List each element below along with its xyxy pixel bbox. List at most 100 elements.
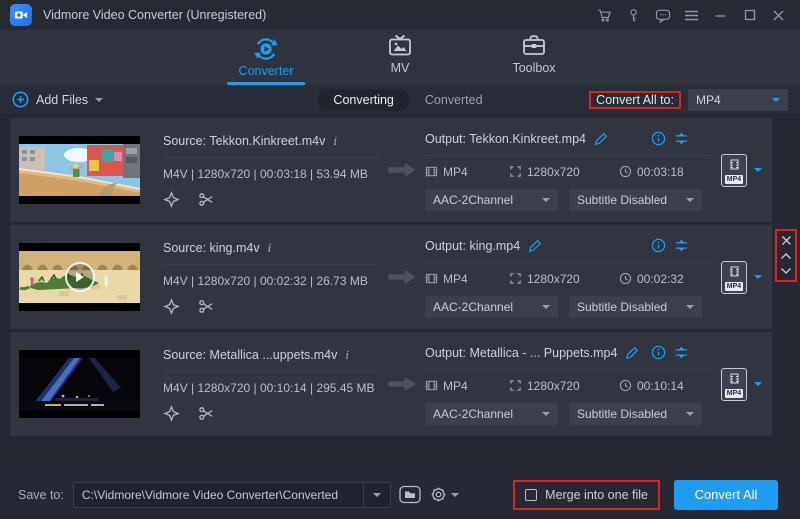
- video-thumbnail-2[interactable]: [19, 243, 140, 311]
- source-media-info: M4V | 1280x720 | 00:02:32 | 26.73 MB: [163, 272, 379, 290]
- converted-tab[interactable]: Converted: [425, 93, 483, 107]
- video-row-3: Source: Metallica ...uppets.m4v i M4V | …: [10, 332, 800, 436]
- play-icon[interactable]: [65, 262, 95, 292]
- source-info-icon[interactable]: i: [333, 133, 337, 149]
- format-icon: [425, 379, 438, 392]
- resolution-icon: [509, 379, 522, 392]
- resolution-icon: [509, 272, 522, 285]
- window-title: Vidmore Video Converter (Unregistered): [43, 8, 266, 22]
- format-badge[interactable]: MP4: [721, 154, 747, 187]
- convert-arrow-icon: [379, 374, 425, 394]
- format-badge-caret-icon[interactable]: [754, 382, 762, 390]
- audio-track-select[interactable]: AAC-2Channel: [425, 296, 558, 318]
- video-thumbnail-1[interactable]: [19, 136, 140, 204]
- video-thumbnail-3[interactable]: [19, 350, 140, 418]
- footer-bar: Save to: C:\Vidmore\Vidmore Video Conver…: [0, 470, 800, 519]
- source-media-info: M4V | 1280x720 | 00:03:18 | 53.94 MB: [163, 165, 379, 183]
- converter-icon: [253, 35, 279, 62]
- cut-icon[interactable]: [198, 191, 215, 208]
- adjust-icon[interactable]: [674, 131, 689, 146]
- cut-icon[interactable]: [198, 405, 215, 422]
- source-filename: Source: Tekkon.Kinkreet.m4v: [163, 134, 325, 148]
- converting-tab[interactable]: Converting: [317, 89, 409, 111]
- tab-toolbox[interactable]: Toolbox: [488, 32, 580, 85]
- add-files-caret-icon[interactable]: [95, 98, 103, 106]
- maximize-icon[interactable]: [738, 4, 761, 26]
- duration-icon: [619, 272, 632, 285]
- format-badge-caret-icon[interactable]: [754, 275, 762, 283]
- annotation-convert-all-to: Convert All to:: [589, 91, 681, 109]
- format-badge[interactable]: MP4: [721, 368, 747, 401]
- move-down-icon[interactable]: [779, 264, 793, 277]
- convert-arrow-icon: [379, 267, 425, 287]
- output-detail-icon[interactable]: [651, 345, 666, 360]
- source-info-icon[interactable]: i: [268, 240, 272, 256]
- format-badge-label: MP4: [725, 282, 743, 291]
- save-path-combobox[interactable]: C:\Vidmore\Vidmore Video Converter\Conve…: [73, 482, 391, 508]
- adjust-icon[interactable]: [674, 345, 689, 360]
- edit-effects-icon[interactable]: [163, 298, 180, 315]
- tab-converter[interactable]: Converter: [220, 35, 312, 85]
- convert-all-to-label: Convert All to:: [591, 91, 679, 109]
- audio-track-select[interactable]: AAC-2Channel: [425, 403, 558, 425]
- output-filename: Output: king.mp4: [425, 239, 520, 253]
- save-path-value[interactable]: C:\Vidmore\Vidmore Video Converter\Conve…: [74, 488, 363, 502]
- rename-pencil-icon[interactable]: [625, 346, 639, 360]
- output-detail-icon[interactable]: [651, 131, 666, 146]
- chevron-down-icon: [542, 412, 550, 420]
- edit-effects-icon[interactable]: [163, 191, 180, 208]
- rename-pencil-icon[interactable]: [594, 132, 608, 146]
- convert-all-button[interactable]: Convert All: [674, 480, 778, 510]
- open-folder-icon[interactable]: [399, 485, 421, 504]
- save-path-caret[interactable]: [363, 483, 390, 507]
- tab-mv[interactable]: MV: [354, 32, 446, 85]
- output-info: Output: Tekkon.Kinkreet.mp4 MP4: [425, 130, 711, 211]
- format-badge-label: MP4: [725, 389, 743, 398]
- add-files-button[interactable]: Add Files: [12, 91, 103, 108]
- source-info-icon[interactable]: i: [345, 347, 349, 363]
- remove-file-icon[interactable]: [779, 234, 793, 247]
- output-duration: 00:02:32: [637, 272, 684, 286]
- toolbar: Add Files Converting Converted Convert A…: [0, 85, 800, 115]
- rename-pencil-icon[interactable]: [528, 239, 542, 253]
- merge-label: Merge into one file: [545, 488, 648, 502]
- output-format-select[interactable]: MP4: [688, 89, 788, 111]
- output-resolution: 1280x720: [527, 165, 580, 179]
- output-info: Output: Metallica - ... Puppets.mp4: [425, 344, 711, 425]
- output-detail-icon[interactable]: [651, 238, 666, 253]
- duration-icon: [619, 165, 632, 178]
- minimize-icon[interactable]: [709, 4, 732, 26]
- file-list: Source: Tekkon.Kinkreet.m4v i M4V | 1280…: [0, 115, 800, 470]
- subtitle-select[interactable]: Subtitle Disabled: [569, 189, 702, 211]
- settings-gear-icon[interactable]: [430, 486, 459, 503]
- add-files-label: Add Files: [36, 93, 88, 107]
- audio-track-select[interactable]: AAC-2Channel: [425, 189, 558, 211]
- source-info: Source: Metallica ...uppets.m4v i M4V | …: [163, 346, 379, 422]
- format-badge-label: MP4: [725, 175, 743, 184]
- save-to-label: Save to:: [18, 488, 64, 502]
- resolution-icon: [509, 165, 522, 178]
- format-icon: [425, 165, 438, 178]
- tab-converter-label: Converter: [239, 64, 294, 82]
- chevron-down-icon: [686, 305, 694, 313]
- subtitle-select[interactable]: Subtitle Disabled: [569, 296, 702, 318]
- subtitle-select[interactable]: Subtitle Disabled: [569, 403, 702, 425]
- cart-icon[interactable]: [593, 4, 616, 26]
- close-icon[interactable]: [767, 4, 790, 26]
- format-badge[interactable]: MP4: [721, 261, 747, 294]
- chevron-down-icon: [686, 412, 694, 420]
- menu-icon[interactable]: [680, 4, 703, 26]
- cut-icon[interactable]: [198, 298, 215, 315]
- video-row-2: Source: king.m4v i M4V | 1280x720 | 00:0…: [10, 225, 800, 329]
- duration-icon: [619, 379, 632, 392]
- register-key-icon[interactable]: [622, 4, 645, 26]
- chevron-down-icon: [542, 305, 550, 313]
- edit-effects-icon[interactable]: [163, 405, 180, 422]
- merge-checkbox[interactable]: [525, 489, 537, 501]
- chevron-down-icon: [772, 98, 780, 106]
- toolbox-icon: [521, 32, 547, 59]
- feedback-icon[interactable]: [651, 4, 674, 26]
- move-up-icon[interactable]: [779, 249, 793, 262]
- format-badge-caret-icon[interactable]: [754, 168, 762, 176]
- adjust-icon[interactable]: [674, 238, 689, 253]
